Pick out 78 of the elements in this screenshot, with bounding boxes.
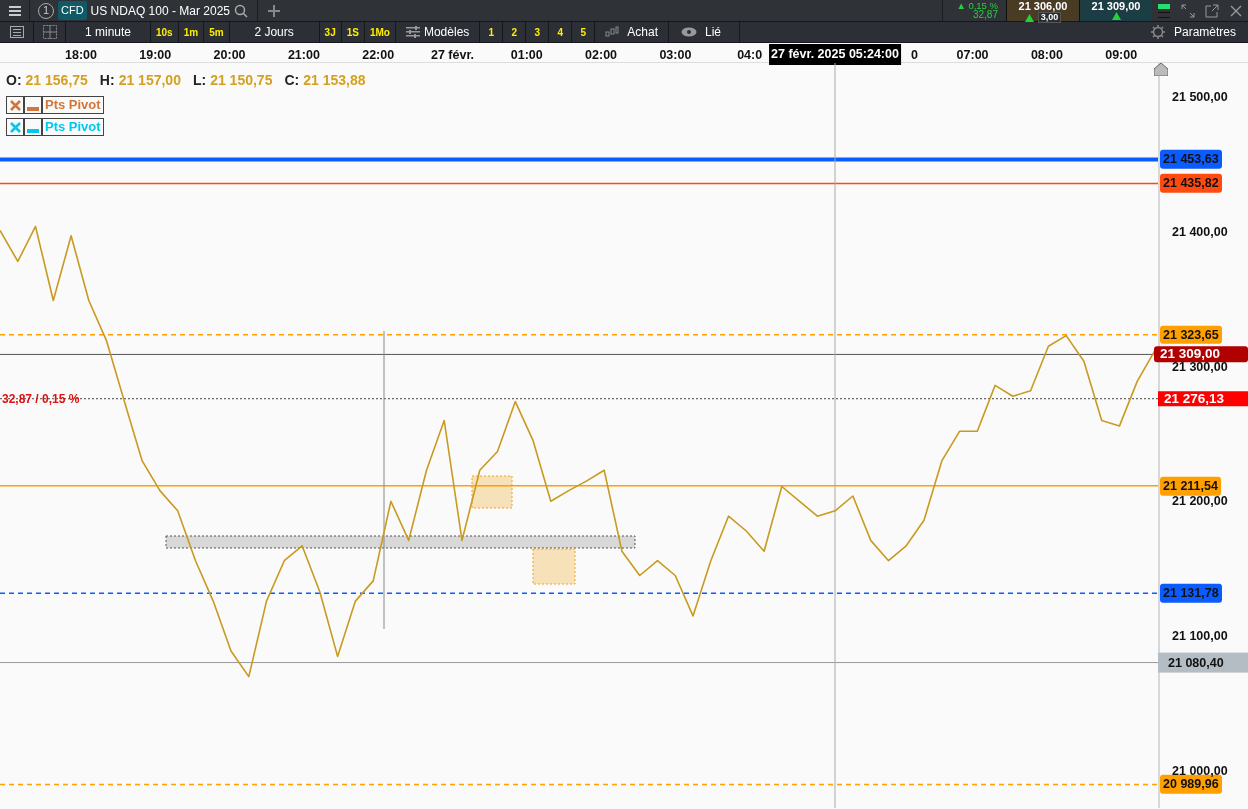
- interval-preset-button[interactable]: 1m: [178, 22, 205, 42]
- price-level-label: 21 323,65: [1160, 325, 1222, 345]
- close-icon[interactable]: [1229, 3, 1243, 18]
- time-axis-label: 07:00: [956, 47, 989, 64]
- instrument-badge: CFD: [58, 1, 87, 20]
- price-axis-label: 21 300,00: [1172, 360, 1228, 373]
- change-percent: ▲ 0,15 %: [956, 0, 998, 11]
- range-preset-button[interactable]: 1S: [341, 22, 365, 42]
- price-level-label: 21 211,54: [1160, 476, 1221, 496]
- time-axis-label: 02:00: [585, 47, 618, 64]
- template-slot-button[interactable]: 1: [480, 22, 504, 42]
- price-axis-label: 21 400,00: [1172, 225, 1228, 238]
- ohlc-value: 21 156,75: [25, 71, 88, 90]
- search-icon[interactable]: [234, 3, 248, 18]
- template-slot-button[interactable]: 4: [549, 22, 573, 42]
- time-axis-label: 03:00: [659, 47, 692, 64]
- ohlc-key: H:: [99, 70, 115, 91]
- template-slot-button[interactable]: 5: [572, 22, 596, 42]
- price-axis-label: 21 000,00: [1172, 764, 1228, 778]
- remove-icon[interactable]: [6, 96, 24, 114]
- price-level-label: 21 453,63: [1160, 150, 1222, 169]
- templates-button[interactable]: Modèles: [395, 22, 481, 42]
- change-value: 32,87: [972, 10, 998, 21]
- range-dropdown[interactable]: 2 Jours: [229, 22, 320, 42]
- settings-icon: [1149, 24, 1166, 40]
- price-level-label: 21 131,78: [1160, 583, 1222, 603]
- expand-icon[interactable]: [1181, 3, 1195, 18]
- chart-type-button[interactable]: Achat: [595, 22, 669, 42]
- ohlc-key: O:: [6, 70, 22, 91]
- add-tab-icon[interactable]: [268, 4, 280, 17]
- time-axis-label: 27 févr.: [430, 47, 475, 64]
- template-slot-button[interactable]: 3: [526, 22, 550, 42]
- price-level-label: 21 435,82: [1160, 174, 1222, 193]
- price-axis-label: 21 100,00: [1172, 629, 1228, 643]
- time-axis-label: 04:0: [737, 47, 763, 64]
- range-preset-button[interactable]: 3J: [319, 22, 342, 42]
- minimize-icon[interactable]: [24, 96, 42, 114]
- minimize-icon[interactable]: [24, 118, 42, 136]
- eye-icon: [681, 27, 697, 37]
- ohlc-key: L:: [192, 70, 207, 91]
- change-label: 32,87 / 0,15 %: [2, 390, 80, 408]
- range-preset-button[interactable]: 1Mo: [364, 22, 396, 42]
- time-axis-label: 22:00: [362, 47, 395, 64]
- instrument-title[interactable]: US NDAQ 100 - Mar 2025: [90, 1, 230, 20]
- candlestick-icon: [605, 26, 620, 38]
- price-level-label: 21 309,00: [1154, 346, 1248, 363]
- ohlc-value: 21 153,88: [303, 71, 366, 90]
- time-axis-label: 09:00: [1105, 47, 1138, 64]
- ohlc-key: C:: [284, 70, 300, 91]
- price-level-label: 21 080,40: [1158, 652, 1248, 673]
- interval-dropdown[interactable]: 1 minute: [66, 22, 151, 42]
- interval-preset-button[interactable]: 10s: [151, 22, 179, 42]
- settings-button[interactable]: Paramètres: [1137, 22, 1248, 42]
- depth-icon: [1158, 2, 1170, 19]
- ask-price-button[interactable]: 21 309,00: [1079, 0, 1152, 21]
- bid-price-button[interactable]: 21 306,00 3,00: [1006, 0, 1079, 21]
- up-arrow-icon: [1024, 13, 1034, 22]
- price-level-label: 21 276,13: [1158, 390, 1248, 407]
- time-axis-label: 08:00: [1030, 47, 1063, 64]
- remove-icon[interactable]: [6, 118, 24, 136]
- interval-preset-button[interactable]: 5m: [204, 22, 230, 42]
- up-arrow-icon: [1111, 12, 1121, 20]
- ohlc-value: 21 150,75: [210, 71, 273, 90]
- time-axis-label: 19:00: [139, 47, 172, 64]
- template-slot-button[interactable]: 2: [503, 22, 527, 42]
- time-axis-label: 18:00: [65, 47, 97, 64]
- popout-icon[interactable]: [1205, 3, 1219, 18]
- crosshair-time-label: 27 févr. 2025 05:24:00: [769, 44, 901, 65]
- price-axis-label: 21 200,00: [1172, 495, 1228, 508]
- ohlc-value: 21 157,00: [118, 71, 181, 90]
- price-axis-label: 21 500,00: [1172, 90, 1228, 104]
- time-axis-label: 01:00: [510, 47, 543, 64]
- sliders-icon: [405, 26, 420, 38]
- time-axis-label: 21:00: [287, 47, 320, 64]
- range-zone: [471, 475, 513, 509]
- time-axis-label: 20:00: [213, 47, 246, 64]
- time-axis-label: 0: [911, 47, 918, 64]
- link-button[interactable]: Lié: [669, 22, 740, 42]
